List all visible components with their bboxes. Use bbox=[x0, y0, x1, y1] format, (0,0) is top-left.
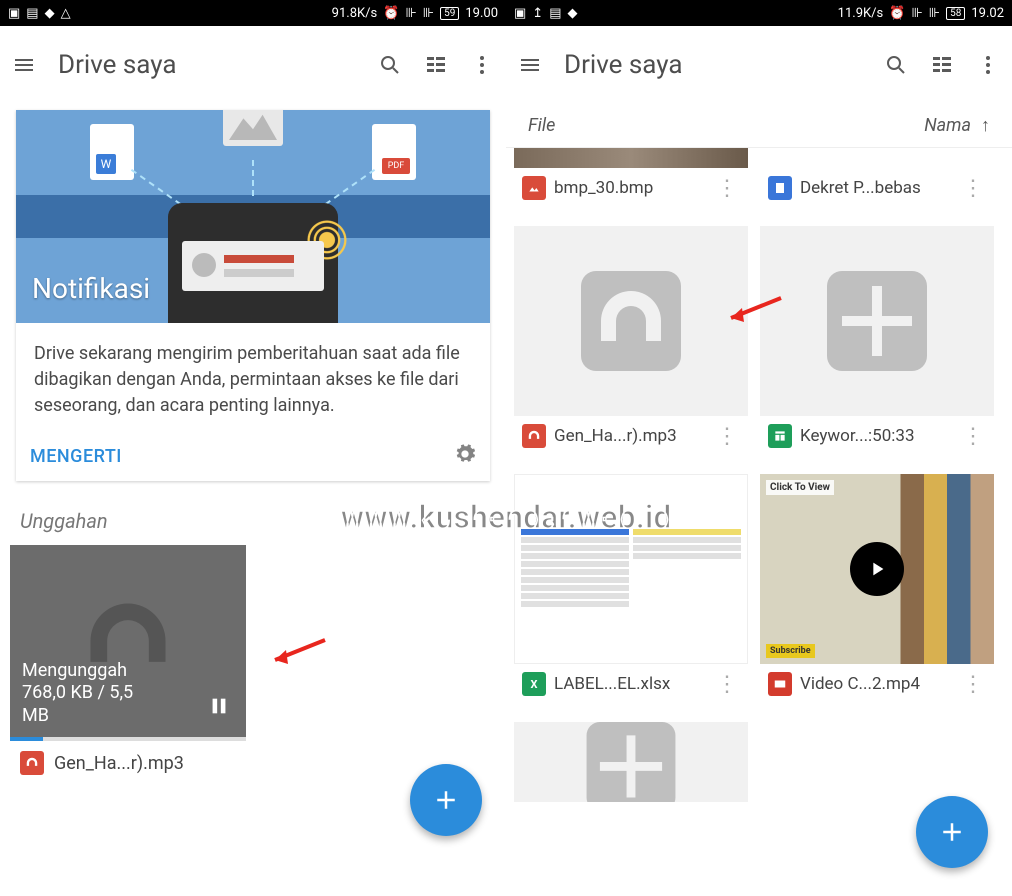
phone-illustration bbox=[168, 203, 338, 323]
card-title: Notifikasi bbox=[32, 272, 150, 305]
view-toggle-icon[interactable] bbox=[424, 53, 448, 77]
image-thumb bbox=[514, 148, 748, 168]
status-bar: ▣ ▤ ◆ △ 91.8K/s ⏰ ⊪ ⊪ 59 19.00 bbox=[0, 0, 506, 26]
sort-arrow-up-icon[interactable]: ↑ bbox=[981, 115, 990, 136]
file-tile[interactable]: bmp_30.bmp ⋮ bbox=[514, 148, 748, 214]
file-menu-icon[interactable]: ⋮ bbox=[712, 679, 742, 690]
net-speed: 91.8K/s bbox=[332, 6, 378, 21]
file-tile[interactable] bbox=[514, 722, 748, 802]
file-tile[interactable]: Click To View Subscribe Video C...2.mp4 … bbox=[760, 474, 994, 710]
fab-add-button[interactable] bbox=[916, 796, 988, 868]
file-grid: bmp_30.bmp ⋮ Dekret P...bebas ⋮ Gen_Ha..… bbox=[506, 148, 1012, 802]
file-name: bmp_30.bmp bbox=[554, 178, 704, 198]
file-menu-icon[interactable]: ⋮ bbox=[712, 431, 742, 442]
sheet-file-icon bbox=[768, 424, 792, 448]
sort-name-label[interactable]: Nama bbox=[924, 115, 971, 136]
file-menu-icon[interactable]: ⋮ bbox=[958, 431, 988, 442]
battery-icon: 59 bbox=[440, 7, 459, 20]
video-thumb: Click To View Subscribe bbox=[760, 474, 994, 664]
alarm-icon: ⏰ bbox=[889, 6, 905, 21]
file-name: Gen_Ha...r).mp3 bbox=[554, 426, 704, 446]
file-tile[interactable]: Gen_Ha...r).mp3 ⋮ bbox=[514, 226, 748, 462]
app-icon: ◆ bbox=[45, 6, 55, 21]
image-file-icon bbox=[223, 110, 283, 146]
search-icon[interactable] bbox=[378, 53, 402, 77]
signal-icon: ⊪ bbox=[423, 6, 434, 21]
screenshot-right: ▣ ↥ ▤ ◆ 11.9K/s ⏰ ⊪ ⊪ 58 19.02 Drive say… bbox=[506, 0, 1012, 896]
signal-icon: ⊪ bbox=[929, 6, 940, 21]
gear-icon[interactable] bbox=[454, 443, 476, 469]
app-bar: Drive saya bbox=[506, 26, 1012, 104]
file-menu-icon[interactable]: ⋮ bbox=[958, 679, 988, 690]
battery-icon: 58 bbox=[946, 7, 965, 20]
hamburger-icon[interactable] bbox=[12, 53, 36, 77]
signal-icon: ⊪ bbox=[911, 6, 922, 21]
annotation-arrow-icon bbox=[260, 632, 330, 672]
sheet-thumb bbox=[514, 722, 748, 802]
uploads-label: Unggahan bbox=[20, 509, 486, 533]
image-file-icon bbox=[522, 176, 546, 200]
upload-tile[interactable]: Mengunggah 768,0 KB / 5,5 MB Gen_Ha...r)… bbox=[10, 545, 246, 785]
audio-thumb bbox=[514, 226, 748, 416]
page-title: Drive saya bbox=[58, 50, 356, 80]
file-name: Keywor...:50:33 bbox=[800, 426, 950, 446]
doc-file-icon bbox=[768, 176, 792, 200]
chat-icon: ▤ bbox=[549, 6, 561, 21]
overflow-icon[interactable] bbox=[470, 53, 494, 77]
hamburger-icon[interactable] bbox=[518, 53, 542, 77]
app-bar: Drive saya bbox=[0, 26, 506, 104]
doc-thumb bbox=[760, 148, 994, 168]
word-file-icon bbox=[90, 124, 134, 180]
fab-add-button[interactable] bbox=[410, 764, 482, 836]
upload-filename: Gen_Ha...r).mp3 bbox=[54, 753, 184, 774]
alarm-icon: ⏰ bbox=[383, 6, 399, 21]
bbm-icon: ▣ bbox=[514, 6, 526, 21]
card-body-text: Drive sekarang mengirim pemberitahuan sa… bbox=[16, 323, 490, 433]
file-tile[interactable]: Dekret P...bebas ⋮ bbox=[760, 148, 994, 214]
file-menu-icon[interactable]: ⋮ bbox=[712, 183, 742, 194]
chat-icon: ▤ bbox=[26, 6, 38, 21]
file-name: LABEL...EL.xlsx bbox=[554, 674, 704, 694]
file-tile-partial[interactable] bbox=[760, 722, 994, 802]
view-toggle-icon[interactable] bbox=[930, 53, 954, 77]
sort-file-label[interactable]: File bbox=[528, 115, 555, 136]
audio-file-icon bbox=[522, 424, 546, 448]
pause-button[interactable] bbox=[208, 695, 230, 721]
page-title: Drive saya bbox=[564, 50, 862, 80]
file-menu-icon[interactable]: ⋮ bbox=[958, 183, 988, 194]
search-icon[interactable] bbox=[884, 53, 908, 77]
drive-icon: △ bbox=[61, 6, 71, 21]
video-file-icon bbox=[768, 672, 792, 696]
play-icon bbox=[850, 542, 904, 596]
got-it-button[interactable]: MENGERTI bbox=[30, 446, 454, 467]
notification-card: Notifikasi Drive sekarang mengirim pembe… bbox=[16, 110, 490, 481]
file-tile[interactable]: X LABEL...EL.xlsx ⋮ bbox=[514, 474, 748, 710]
screenshot-left: ▣ ▤ ◆ △ 91.8K/s ⏰ ⊪ ⊪ 59 19.00 Drive say… bbox=[0, 0, 506, 896]
clock: 19.00 bbox=[465, 6, 498, 21]
app-icon: ◆ bbox=[568, 6, 578, 21]
pdf-file-icon bbox=[372, 124, 416, 180]
status-bar: ▣ ↥ ▤ ◆ 11.9K/s ⏰ ⊪ ⊪ 58 19.02 bbox=[506, 0, 1012, 26]
net-speed: 11.9K/s bbox=[838, 6, 884, 21]
file-tile[interactable]: Keywor...:50:33 ⋮ bbox=[760, 226, 994, 462]
clock: 19.02 bbox=[971, 6, 1004, 21]
file-name: Dekret P...bebas bbox=[800, 178, 950, 198]
file-name: Video C...2.mp4 bbox=[800, 674, 950, 694]
overflow-icon[interactable] bbox=[976, 53, 1000, 77]
signal-icon: ⊪ bbox=[405, 6, 416, 21]
upload-icon: ↥ bbox=[532, 6, 543, 21]
xls-file-icon: X bbox=[522, 672, 546, 696]
bbm-icon: ▣ bbox=[8, 6, 20, 21]
sort-row: File Nama ↑ bbox=[506, 104, 1012, 148]
xlsx-thumb bbox=[514, 474, 748, 664]
audio-file-icon bbox=[20, 751, 44, 775]
card-hero: Notifikasi bbox=[16, 110, 490, 323]
sheet-thumb bbox=[760, 226, 994, 416]
